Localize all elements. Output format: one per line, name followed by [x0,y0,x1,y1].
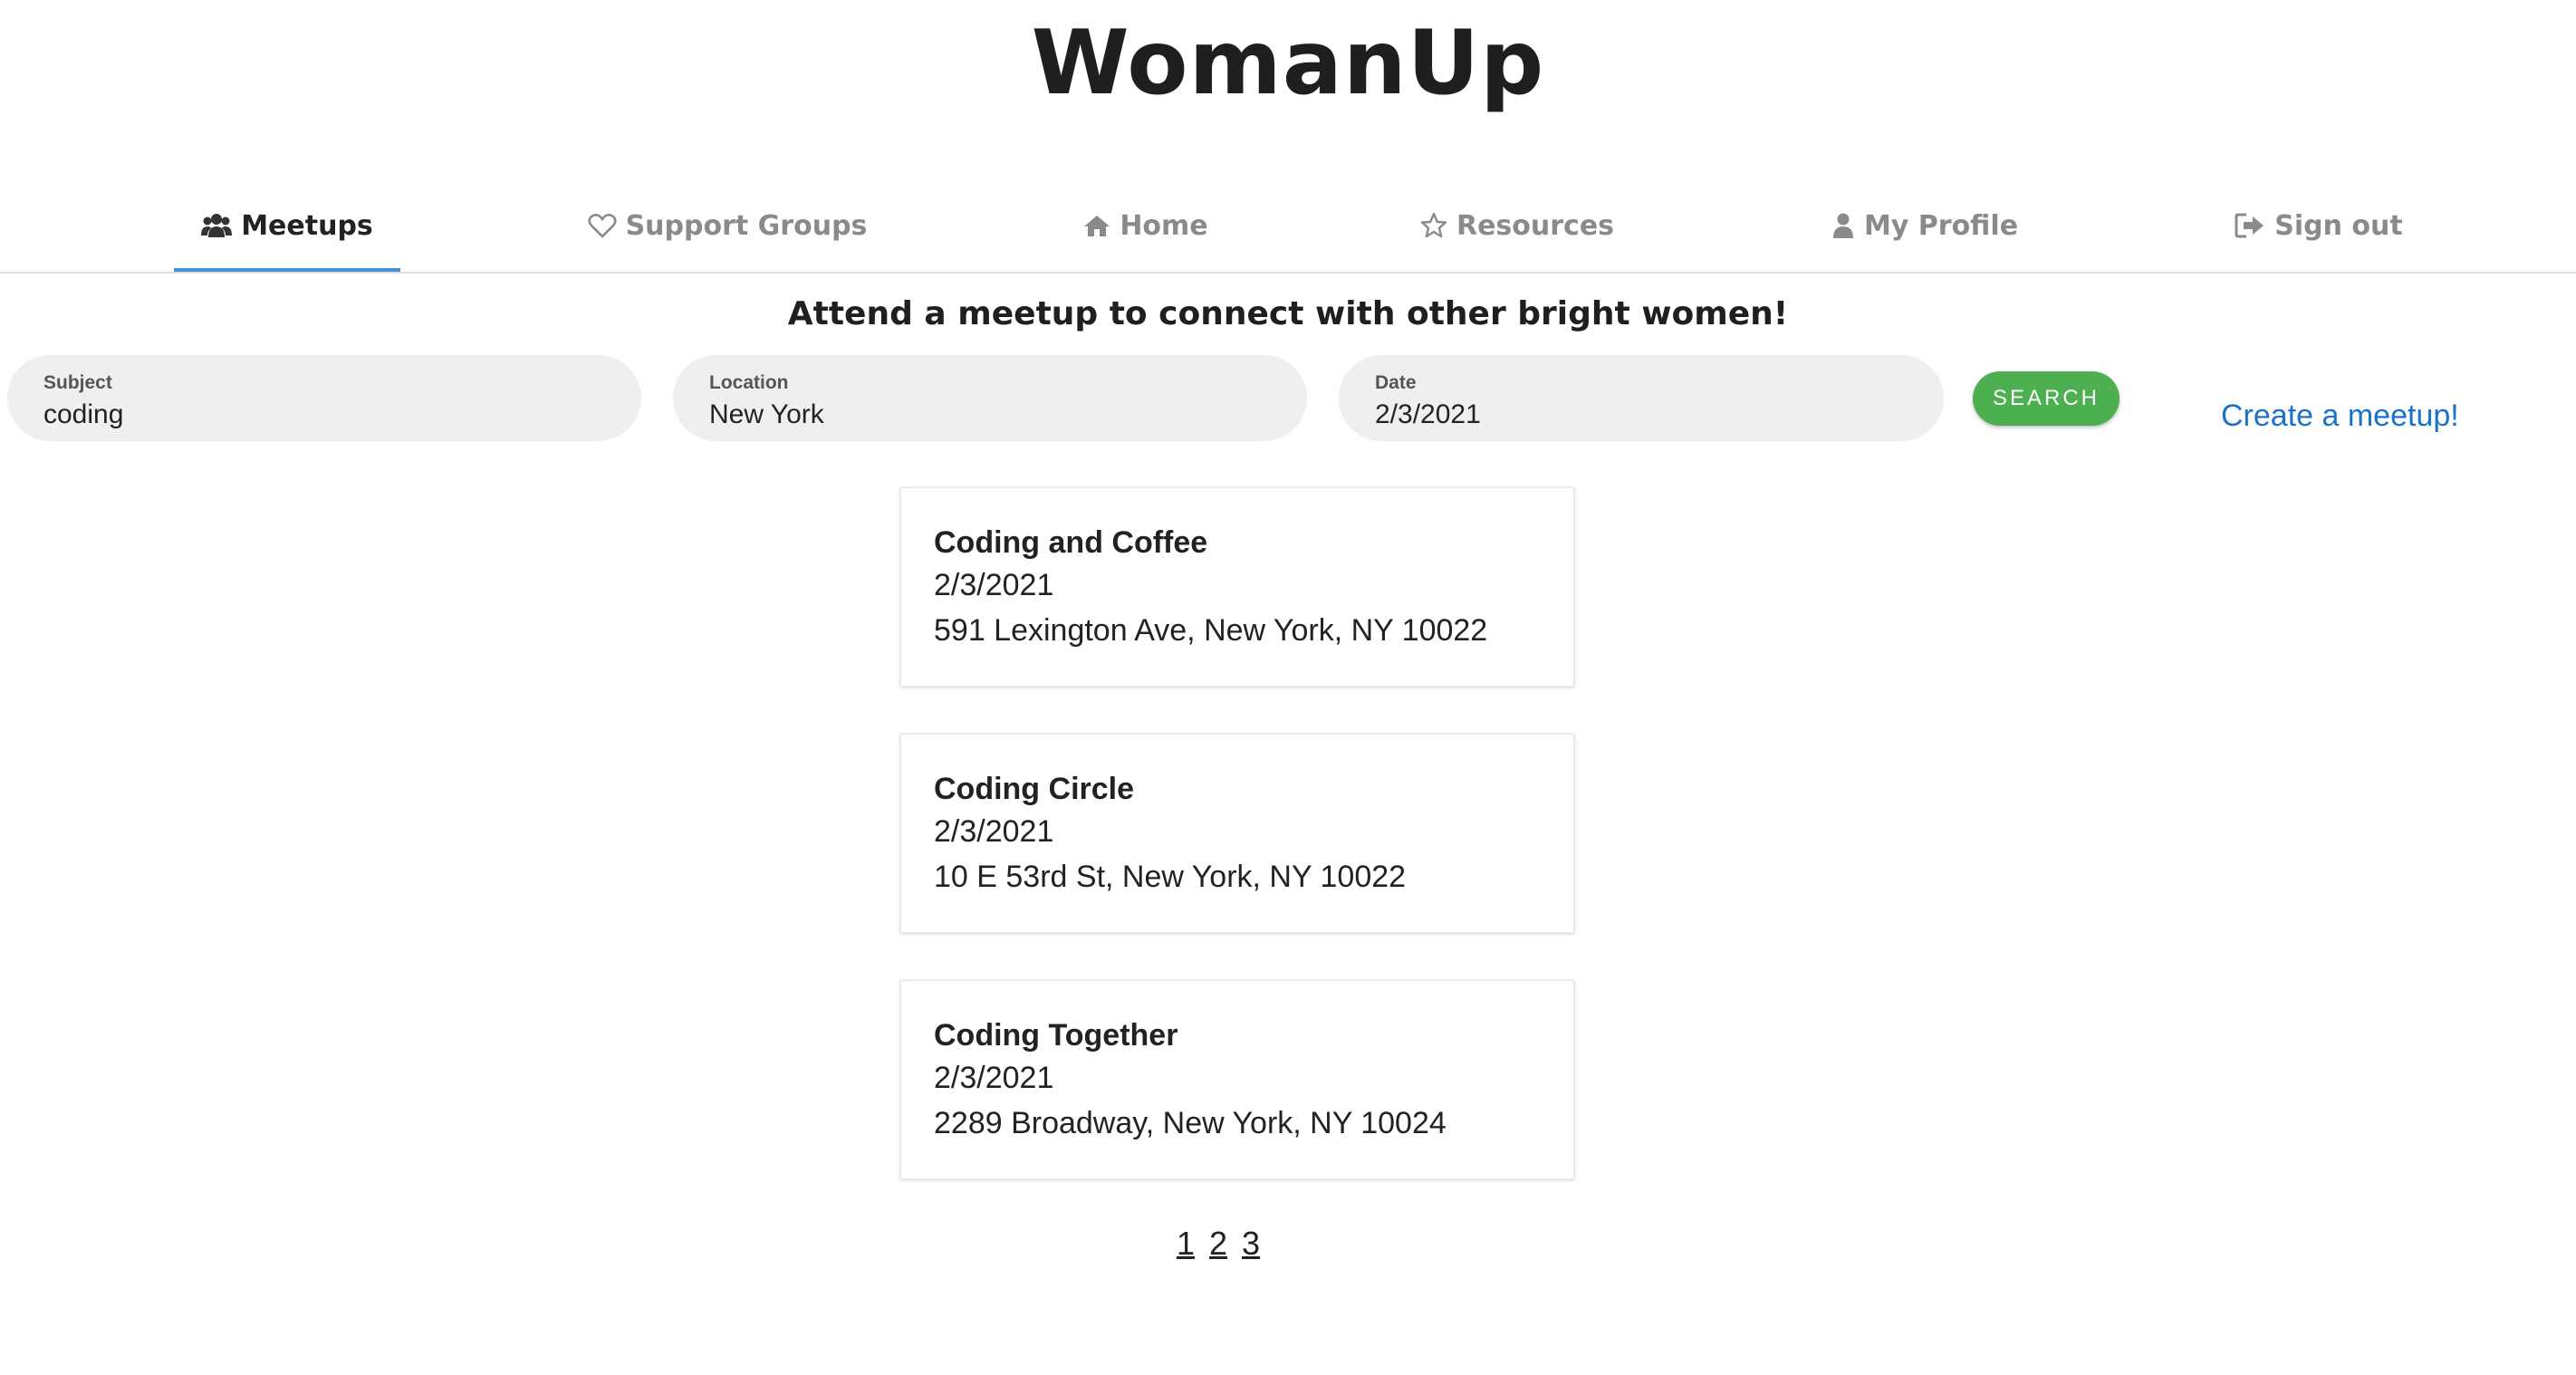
date-input[interactable]: 2/3/2021 [1375,397,1944,433]
meetup-date: 2/3/2021 [934,1061,1054,1095]
subject-input[interactable]: coding [43,397,641,433]
meetup-card[interactable]: Coding Together 2/3/2021 2289 Broadway, … [900,980,1574,1179]
meetup-date: 2/3/2021 [934,568,1054,602]
page-tagline: Attend a meetup to connect with other br… [787,295,1789,332]
date-field[interactable]: Date 2/3/2021 [1339,355,1944,441]
meetup-card[interactable]: Coding Circle 2/3/2021 10 E 53rd St, New… [900,734,1574,933]
meetup-title: Coding Together [934,1018,1178,1053]
users-icon [201,212,233,239]
main-nav: Meetups Support Groups Home Resources My… [0,181,2576,274]
create-meetup-link[interactable]: Create a meetup! [2221,399,2459,434]
tab-support-groups[interactable]: Support Groups [587,181,868,270]
star-icon [1420,212,1447,239]
meetup-address: 10 E 53rd St, New York, NY 10022 [934,860,1407,894]
tab-sign-out[interactable]: Sign out [2219,181,2418,270]
search-button[interactable]: SEARCH [1973,371,2119,426]
tab-my-profile-label: My Profile [1863,209,2019,242]
tab-home[interactable]: Home [1069,181,1223,270]
page-link-2[interactable]: 2 [1209,1225,1227,1262]
meetup-date: 2/3/2021 [934,814,1054,849]
app-root: WomanUp Meetups Support Groups Home Reso… [0,0,2576,1375]
location-label: Location [709,372,789,393]
meetup-title: Coding and Coffee [934,525,1208,560]
tab-resources-label: Resources [1456,209,1615,242]
app-title: WomanUp [1031,12,1545,115]
meetup-address: 591 Lexington Ave, New York, NY 10022 [934,613,1488,648]
meetup-address: 2289 Broadway, New York, NY 10024 [934,1106,1447,1140]
heart-icon [588,213,617,238]
tab-my-profile[interactable]: My Profile [1821,181,2029,270]
pagination: 1 2 3 [0,1225,2437,1263]
tab-meetups-label: Meetups [241,209,373,242]
date-label: Date [1375,372,1417,393]
tab-home-label: Home [1120,209,1208,242]
page-link-1[interactable]: 1 [1177,1225,1195,1262]
sign-out-icon [2235,212,2265,239]
subject-field[interactable]: Subject coding [7,355,641,441]
location-field[interactable]: Location New York [673,355,1307,441]
tab-sign-out-label: Sign out [2274,209,2403,242]
meetup-title: Coding Circle [934,772,1135,806]
page-link-3[interactable]: 3 [1242,1225,1260,1262]
location-input[interactable]: New York [709,397,1307,433]
meetup-card[interactable]: Coding and Coffee 2/3/2021 591 Lexington… [900,487,1574,687]
subject-label: Subject [43,372,112,393]
tab-support-groups-label: Support Groups [625,209,868,242]
home-icon [1083,213,1110,238]
tab-resources[interactable]: Resources [1413,181,1621,270]
user-icon [1831,212,1855,239]
tab-meetups[interactable]: Meetups [174,181,400,272]
